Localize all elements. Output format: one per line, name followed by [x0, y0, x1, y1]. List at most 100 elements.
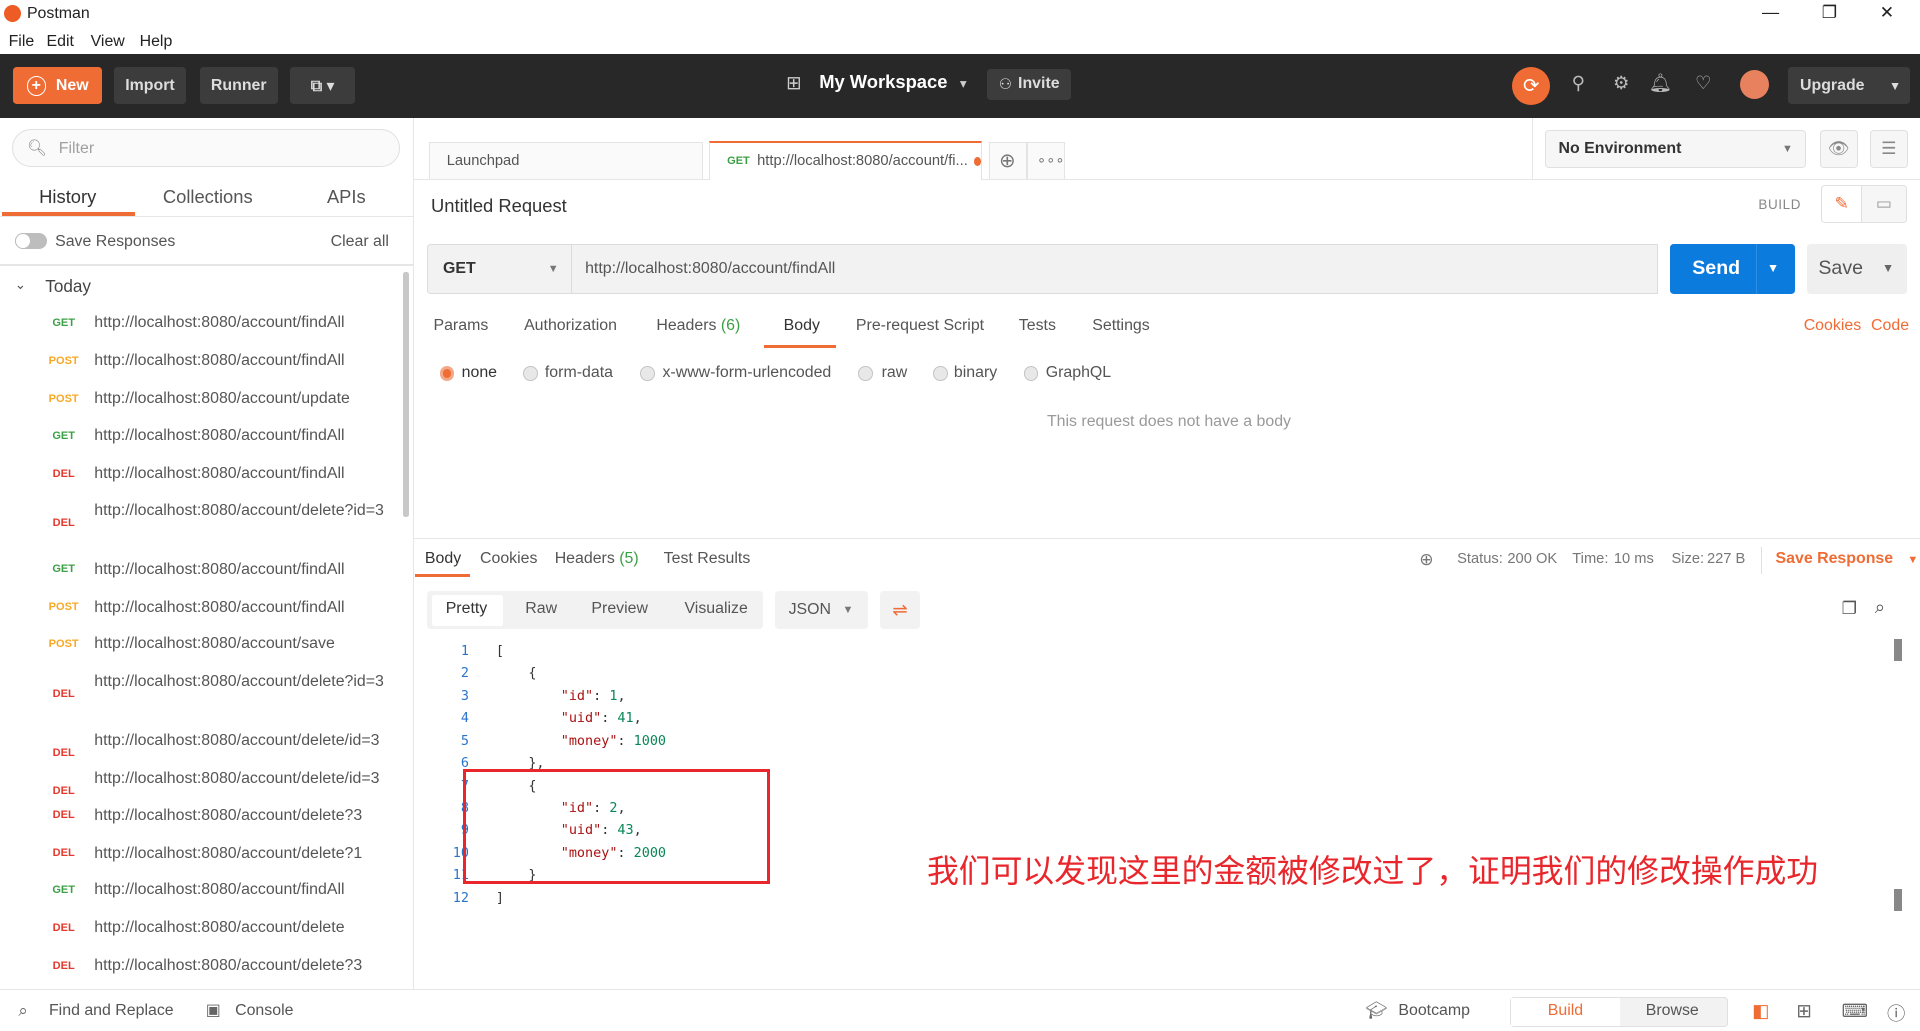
menu-view[interactable]: View	[91, 33, 125, 51]
code-line: "money": 1000	[560, 733, 667, 749]
tab-settings[interactable]: Settings	[1092, 317, 1149, 335]
clear-all-button[interactable]: Clear all	[331, 233, 389, 251]
active-tab-indicator	[764, 345, 837, 348]
radio-none[interactable]	[439, 366, 455, 381]
status-value[interactable]: 200 OK	[1507, 551, 1557, 567]
tab-method: GET	[727, 155, 750, 168]
tab-tests[interactable]: Tests	[1019, 317, 1056, 335]
help-icon[interactable]: ⓘ	[1887, 1000, 1905, 1026]
divider	[0, 215, 414, 217]
sliders-icon[interactable]: ☰	[1869, 129, 1908, 168]
new-window-button[interactable]: ⧉ ▾	[290, 67, 356, 105]
tab-headers[interactable]: Headers (6)	[656, 317, 740, 335]
radio-binary[interactable]	[933, 366, 948, 381]
radio-form-data[interactable]	[522, 366, 538, 381]
mode-build[interactable]: Build	[1548, 1002, 1583, 1020]
history-url: http://localhost:8080/account/delete?id=…	[94, 673, 384, 691]
close-window-button[interactable]: ✕	[1875, 2, 1899, 23]
comment-icon[interactable]: ▭	[1862, 184, 1907, 223]
response-divider[interactable]	[413, 537, 1920, 539]
search-icon: 🔍︎	[26, 140, 48, 158]
tab-request[interactable]: GET http://localhost:8080/account/fi...	[708, 140, 983, 180]
tab-apis[interactable]: APIs	[327, 186, 366, 208]
response-scrollbar[interactable]	[1894, 639, 1902, 662]
history-url: http://localhost:8080/account/delete?1	[94, 844, 363, 862]
status-label: Status:	[1457, 551, 1503, 568]
history-group-today[interactable]: Today	[45, 276, 91, 297]
maximize-button[interactable]: ❐	[1817, 2, 1841, 23]
response-tab-test-results[interactable]: Test Results	[664, 550, 751, 568]
history-method: GET	[52, 429, 75, 442]
response-tab-cookies[interactable]: Cookies	[480, 550, 537, 568]
find-replace-button[interactable]: Find and Replace	[49, 1002, 174, 1020]
tab-body[interactable]: Body	[784, 317, 820, 335]
cookies-link[interactable]: Cookies	[1804, 317, 1861, 335]
upgrade-button[interactable]: Upgrade ▼	[1787, 67, 1911, 105]
add-tab-button[interactable]: ⊕	[989, 142, 1028, 179]
response-tab-headers[interactable]: Headers (5)	[555, 550, 639, 568]
console-button[interactable]: Console	[235, 1002, 293, 1020]
time-value[interactable]: 10 ms	[1614, 551, 1654, 567]
runner-button[interactable]: Runner	[199, 67, 278, 105]
sidebar-scrollbar[interactable]	[402, 271, 409, 517]
copy-icon[interactable]: ❐	[1842, 598, 1857, 619]
pencil-icon[interactable]: ✎	[1820, 184, 1863, 223]
save-response-button[interactable]: Save Response ▼	[1776, 550, 1919, 568]
radio-raw[interactable]	[858, 366, 874, 381]
radio-graphql-label: GraphQL	[1045, 363, 1112, 381]
import-button[interactable]: Import	[113, 67, 187, 105]
bootcamp-button[interactable]: Bootcamp	[1398, 1002, 1470, 1020]
menu-file[interactable]: File	[9, 33, 35, 51]
menu-edit[interactable]: Edit	[47, 33, 74, 51]
format-select[interactable]: JSON ▼	[775, 591, 869, 630]
new-button[interactable]: + New	[13, 67, 102, 105]
tab-params[interactable]: Params	[433, 317, 488, 335]
tab-history[interactable]: History	[39, 186, 96, 208]
caret-down-icon: ▼	[842, 604, 854, 617]
chevron-down-icon[interactable]: ⌄	[15, 277, 26, 293]
view-preview[interactable]: Preview	[591, 600, 648, 618]
globe-icon[interactable]: ⊕	[1419, 549, 1433, 570]
code-link[interactable]: Code	[1871, 317, 1909, 335]
response-tab-body[interactable]: Body	[425, 550, 461, 568]
invite-button[interactable]: ⚇ Invite	[986, 68, 1072, 101]
search-icon[interactable]: ⌕	[1875, 596, 1885, 618]
layout-icon[interactable]: ⊞	[1796, 1000, 1811, 1022]
response-scrollbar[interactable]	[1894, 888, 1902, 912]
tab-collections[interactable]: Collections	[163, 186, 253, 208]
code-line: {	[495, 666, 537, 682]
count-badge: (5)	[614, 549, 639, 567]
workspace-label: My Workspace	[819, 71, 948, 93]
menu-help[interactable]: Help	[140, 33, 173, 51]
view-raw[interactable]: Raw	[525, 600, 557, 618]
caret-down-icon[interactable]: ▼	[1767, 261, 1779, 275]
request-title[interactable]: Untitled Request	[431, 195, 567, 217]
size-value[interactable]: 227 B	[1707, 551, 1745, 567]
view-pretty[interactable]: Pretty	[446, 600, 488, 618]
heart-icon[interactable]: ♡	[1691, 72, 1715, 94]
url-input[interactable]: http://localhost:8080/account/findAll	[570, 243, 1658, 294]
workspace-switcher[interactable]: My Workspace ▾	[819, 71, 966, 93]
caret-down-icon[interactable]: ▼	[1882, 261, 1894, 275]
save-label: Save	[1818, 257, 1863, 280]
two-pane-icon[interactable]: ◧	[1752, 1000, 1769, 1022]
notifications-icon[interactable]: 🔔︎	[1648, 72, 1672, 94]
environment-select[interactable]: No Environment ▼	[1545, 129, 1807, 168]
satellite-icon[interactable]: ⚲	[1566, 72, 1590, 94]
radio-urlencoded[interactable]	[640, 366, 656, 381]
more-tabs-icon[interactable]: ∘∘∘	[1027, 142, 1066, 179]
eye-icon[interactable]: 👁︎	[1819, 129, 1858, 168]
tab-pre-request-script[interactable]: Pre-request Script	[856, 317, 984, 335]
tab-authorization[interactable]: Authorization	[524, 317, 617, 335]
settings-icon[interactable]: ⚙	[1609, 72, 1633, 94]
tab-launchpad-label: Launchpad	[446, 152, 520, 169]
method-select[interactable]: GET ▼	[427, 243, 572, 294]
history-method: DEL	[52, 784, 75, 797]
view-visualize[interactable]: Visualize	[684, 600, 747, 618]
keyboard-icon[interactable]: ⌨	[1842, 1000, 1869, 1022]
minimize-button[interactable]: —	[1758, 2, 1782, 23]
radio-graphql[interactable]	[1023, 366, 1039, 381]
tab-launchpad[interactable]: Launchpad	[428, 142, 703, 179]
mode-browse[interactable]: Browse	[1646, 1002, 1699, 1020]
wrap-lines-icon[interactable]: ⇌	[880, 591, 920, 630]
